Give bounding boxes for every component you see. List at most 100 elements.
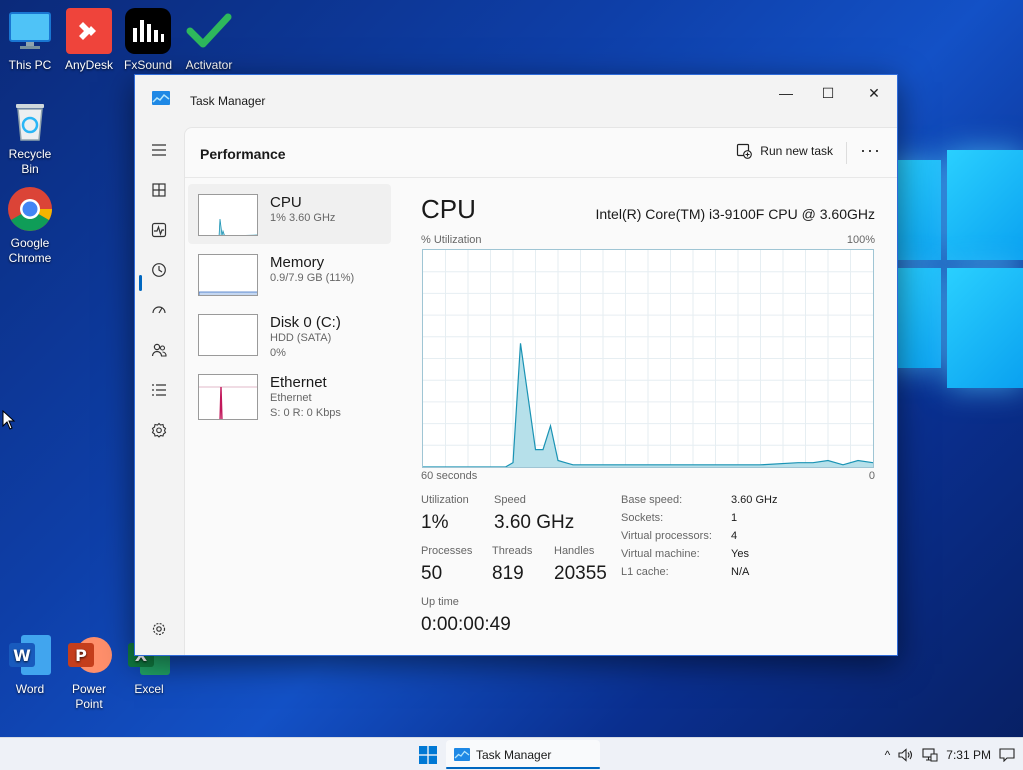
desktop-icon-recycle-bin[interactable]: Recycle Bin (0, 97, 60, 177)
minimize-button[interactable]: — (763, 79, 809, 107)
cpu-detail-panel: CPU Intel(R) Core(TM) i3-9100F CPU @ 3.6… (421, 184, 875, 655)
desktop-icon-this-pc[interactable]: This PC (0, 8, 60, 73)
active-nav-indicator (139, 275, 142, 291)
task-manager-window: Task Manager — ☐ ✕ Performance Run new t… (134, 74, 898, 656)
title-bar[interactable]: Task Manager — ☐ ✕ (135, 75, 897, 127)
desktop-icon-powerpoint[interactable]: P Power Point (59, 632, 119, 712)
virtual-processors-value: 4 (731, 530, 738, 542)
perf-item-name: Disk 0 (C:) (270, 314, 341, 331)
details-icon[interactable] (147, 378, 171, 402)
perf-item-disk[interactable]: Disk 0 (C:) HDD (SATA) 0% (188, 304, 391, 364)
navigation-sidebar (135, 127, 183, 655)
desktop-icon-label: FxSound (123, 58, 173, 72)
virtual-machine-label: Virtual machine: (621, 548, 700, 560)
system-tray: ^ 7:31 PM (885, 738, 1023, 770)
uptime-value: 0:00:00:49 (421, 614, 511, 635)
perf-item-sub2: 0% (270, 347, 286, 359)
svg-text:P: P (75, 646, 87, 665)
desktop-icon-google-chrome[interactable]: Google Chrome (0, 186, 60, 266)
graph-y-max: 100% (846, 234, 875, 246)
users-icon[interactable] (147, 338, 171, 362)
base-speed-value: 3.60 GHz (731, 494, 778, 506)
handles-label: Handles (554, 545, 595, 557)
word-icon: W (7, 632, 53, 678)
settings-gear-icon[interactable] (147, 617, 171, 641)
perf-item-sub2: S: 0 R: 0 Kbps (270, 407, 341, 419)
speaker-volume-icon[interactable] (898, 747, 914, 762)
performance-resource-list: CPU 1% 3.60 GHz Memory 0.9/7.9 GB (11%) … (188, 184, 391, 430)
disk-thumbnail-graph (198, 314, 258, 356)
graph-y-label: % Utilization (421, 234, 482, 246)
perf-item-memory[interactable]: Memory 0.9/7.9 GB (11%) (188, 244, 391, 304)
desktop-icon-word[interactable]: W Word (0, 632, 60, 697)
graph-x-min: 0 (868, 470, 875, 482)
window-title: Task Manager (190, 94, 266, 108)
l1-cache-label: L1 cache: (621, 566, 669, 578)
checkmark-icon (186, 8, 232, 54)
main-content: Performance Run new task ··· CPU 1% 3.60… (184, 127, 897, 655)
utilization-value: 1% (421, 512, 449, 533)
taskbar-clock[interactable]: 7:31 PM (946, 748, 991, 762)
task-manager-taskbar-icon (454, 748, 470, 761)
perf-item-sub: Ethernet (270, 392, 312, 404)
monitor-icon (7, 8, 53, 54)
cpu-graph-svg (423, 250, 874, 468)
sockets-label: Sockets: (621, 512, 664, 524)
perf-item-name: CPU (270, 194, 302, 211)
active-app-indicator (446, 767, 600, 769)
recycle-bin-icon (7, 97, 53, 143)
close-button[interactable]: ✕ (851, 79, 897, 107)
desktop-icon-label: Recycle Bin (8, 147, 52, 176)
chrome-icon (7, 186, 53, 232)
l1-cache-value: N/A (731, 566, 750, 578)
perf-item-ethernet[interactable]: Ethernet Ethernet S: 0 R: 0 Kbps (188, 364, 391, 430)
perf-item-cpu[interactable]: CPU 1% 3.60 GHz (188, 184, 391, 244)
desktop-icon-label: Word (15, 682, 45, 696)
taskbar-item-task-manager[interactable]: Task Manager (446, 740, 600, 769)
processes-icon[interactable] (147, 178, 171, 202)
performance-icon[interactable] (147, 218, 171, 242)
desktop-icon-label: Google Chrome (8, 236, 52, 265)
perf-item-name: Ethernet (270, 374, 327, 391)
services-icon[interactable] (147, 418, 171, 442)
virtual-processors-label: Virtual processors: (621, 530, 712, 542)
desktop-icon-label: Excel (134, 682, 164, 696)
memory-thumbnail-graph (198, 254, 258, 296)
desktop-icon-label: This PC (8, 58, 52, 72)
startup-apps-icon[interactable] (147, 298, 171, 322)
page-title: Performance (200, 146, 286, 162)
close-icon: ✕ (868, 84, 880, 101)
network-icon[interactable] (922, 747, 938, 762)
ethernet-thumbnail-graph (198, 374, 258, 420)
svg-text:W: W (13, 646, 31, 665)
speed-value: 3.60 GHz (494, 512, 575, 533)
uptime-label: Up time (421, 596, 459, 608)
perf-item-name: Memory (270, 254, 325, 271)
virtual-machine-value: Yes (731, 548, 749, 560)
desktop-icon-label: AnyDesk (64, 58, 114, 72)
content-header: Performance Run new task ··· (185, 128, 897, 178)
desktop-icon-anydesk[interactable]: AnyDesk (59, 8, 119, 73)
minimize-icon: — (779, 85, 793, 101)
desktop-icon-fxsound[interactable]: FxSound (118, 8, 178, 73)
task-manager-app-icon (152, 91, 170, 105)
run-new-task-button[interactable]: Run new task (736, 143, 833, 159)
app-history-icon[interactable] (147, 258, 171, 282)
tray-overflow-chevron-icon[interactable]: ^ (885, 748, 891, 762)
processes-value: 50 (421, 563, 443, 584)
perf-item-sub: 0.9/7.9 GB (11%) (270, 272, 355, 284)
threads-label: Threads (492, 545, 533, 557)
notifications-icon[interactable] (999, 747, 1015, 762)
desktop-icon-label: Power Point (71, 682, 106, 711)
desktop-icon-activator[interactable]: Activator (179, 8, 239, 73)
perf-item-sub: HDD (SATA) (270, 332, 332, 344)
start-button[interactable] (419, 746, 437, 769)
hamburger-menu-icon[interactable] (147, 138, 171, 162)
maximize-button[interactable]: ☐ (805, 79, 851, 107)
taskbar: Task Manager ^ 7:31 PM (0, 737, 1023, 770)
base-speed-label: Base speed: (621, 494, 683, 506)
more-options-button[interactable]: ··· (860, 140, 881, 161)
cpu-model-name: Intel(R) Core(TM) i3-9100F CPU @ 3.60GHz (595, 206, 875, 222)
maximize-icon: ☐ (821, 84, 835, 101)
detail-title: CPU (421, 194, 476, 224)
